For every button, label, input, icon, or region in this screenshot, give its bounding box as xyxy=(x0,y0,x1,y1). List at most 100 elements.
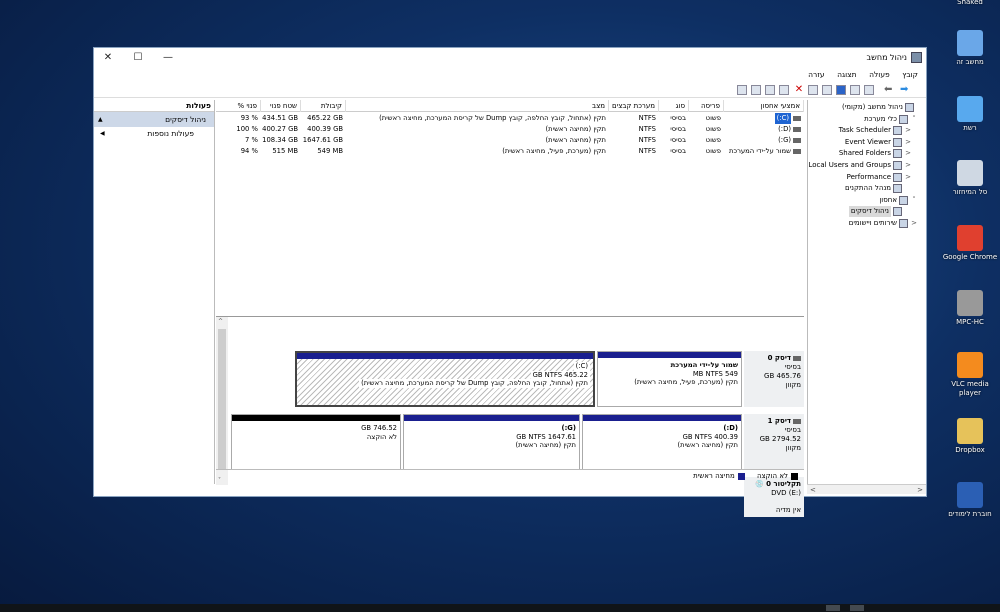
col-volume[interactable]: אמצעי אחסון xyxy=(724,100,804,112)
cell-pct: 93 % xyxy=(240,114,258,122)
scroll-right-icon[interactable]: > xyxy=(917,485,923,495)
col-type[interactable]: סוג xyxy=(659,100,689,112)
desktop-icon[interactable]: רשת xyxy=(940,96,1000,133)
delete-icon[interactable]: ✕ xyxy=(794,85,804,95)
desktop-icon[interactable]: חוברת לימודים xyxy=(940,482,1000,519)
tree-item[interactable]: < Event Viewer xyxy=(845,137,912,148)
col-status[interactable]: מצב xyxy=(346,100,609,112)
cell-type: בסיסי xyxy=(670,136,686,144)
maximize-button[interactable]: ☐ xyxy=(128,51,148,65)
scroll-left-icon[interactable]: < xyxy=(810,485,816,495)
scroll-thumb[interactable] xyxy=(218,329,226,469)
tree-expander-icon[interactable]: < xyxy=(904,148,912,159)
tree-item[interactable]: < Local Users and Groups xyxy=(808,160,912,171)
desktop-icon[interactable]: סל המיחזור xyxy=(940,160,1000,197)
menu-help[interactable]: עזרה xyxy=(803,68,829,82)
col-layout[interactable]: פריסה xyxy=(689,100,724,112)
desktop-icon[interactable]: מחשב זה xyxy=(940,30,1000,67)
more-actions[interactable]: פעולות נוספות ◀ xyxy=(94,127,214,141)
tree-item[interactable]: ניהול דיסקים xyxy=(848,206,912,218)
cell-type: בסיסי xyxy=(670,125,686,133)
tree-expander-icon[interactable]: ˅ xyxy=(910,195,918,206)
tree-item[interactable]: ˅ אחסון xyxy=(879,195,918,206)
desktop-icon[interactable]: MPC-HC xyxy=(940,290,1000,327)
menu-action[interactable]: פעולה xyxy=(864,68,895,82)
col-capacity[interactable]: קיבולת xyxy=(301,100,346,112)
disk-1-info[interactable]: דיסק 1 בסיסי 2794.52 GB מקוון xyxy=(744,414,804,470)
desktop-app-icon xyxy=(957,482,983,508)
collapse-arrow-icon[interactable]: ▲ xyxy=(98,112,103,127)
taskbar-app-icon[interactable] xyxy=(850,605,864,611)
disk-0-info[interactable]: דיסק 0 בסיסי 465.76 GB מקוון xyxy=(744,351,804,407)
cdrom-0-info[interactable]: תקליטור 0 💿 DVD (E:) אין מדיה xyxy=(744,477,804,517)
tree-expander-icon[interactable]: < xyxy=(904,137,912,148)
help-icon[interactable] xyxy=(836,85,846,95)
desktop-icon[interactable]: Shaked xyxy=(940,0,1000,7)
table-row[interactable]: (C:) פשוט בסיסי NTFS תקין (אתחול, קובץ החלפה… xyxy=(216,113,804,124)
table-row[interactable]: שמור על-ידי המערכת פשוט בסיסי NTFS תקין (מער… xyxy=(216,146,804,157)
tree-expander-icon[interactable]: < xyxy=(904,160,912,171)
close-button[interactable]: ✕ xyxy=(98,51,118,65)
toolbar-icon[interactable] xyxy=(737,85,747,95)
disk-0-type: בסיסי xyxy=(784,363,801,371)
tree-item[interactable]: ˅ כלי מערכת xyxy=(864,114,918,125)
tree-horizontal-scrollbar[interactable]: < > xyxy=(807,484,926,494)
partition-g[interactable]: (G:) 1647.61 GB NTFS תקין (מחיצה ראשית) xyxy=(403,414,580,470)
toolbar-icon[interactable] xyxy=(822,85,832,95)
cell-fs: NTFS xyxy=(638,136,656,144)
col-free-space[interactable]: שטח פנוי xyxy=(261,100,301,112)
desktop-icon[interactable]: VLC media player xyxy=(940,352,1000,398)
desktop-app-icon xyxy=(957,225,983,251)
table-row[interactable]: (G:) פשוט בסיסי NTFS תקין (מחיצה ראשית) 1647.… xyxy=(216,135,804,146)
toolbar-icon[interactable] xyxy=(808,85,818,95)
tree-item[interactable]: < Performance xyxy=(847,172,912,183)
desktop-icon[interactable]: Dropbox xyxy=(940,418,1000,455)
back-arrow-icon[interactable]: ⬅ xyxy=(884,85,894,95)
partition-unallocated[interactable]: 746.52 GB לא הוקצה xyxy=(231,414,401,470)
volume-name: (G:) xyxy=(778,136,791,144)
toolbar: ✕ ⬅ ➡ xyxy=(94,82,926,98)
partition-size: 549 MB NTFS xyxy=(692,369,738,378)
desktop-icon[interactable]: Google Chrome xyxy=(940,225,1000,262)
menu-view[interactable]: תצוגה xyxy=(832,68,861,82)
table-row[interactable]: (D:) פשוט בסיסי NTFS תקין (מחיצה ראשית) 400.3… xyxy=(216,124,804,135)
partition-c[interactable]: (C:) 465.22 GB NTFS תקין (אתחול, קובץ הח… xyxy=(295,351,595,407)
desktop-icon-label: מחשב זה xyxy=(956,58,984,66)
minimize-button[interactable]: — xyxy=(158,51,178,65)
partition-system-reserved[interactable]: שמור על-ידי המערכת 549 MB NTFS תקין (מער… xyxy=(597,351,742,407)
cdrom-0-state: אין מדיה xyxy=(775,506,801,514)
tree-item[interactable]: < Task Scheduler xyxy=(839,125,912,136)
tree-item[interactable]: מנהל ההתקנים xyxy=(845,183,912,194)
tree-item[interactable]: ניהול מחשב (מקומי) xyxy=(842,102,924,113)
console-tree: ניהול מחשב (מקומי) ˅ כלי מערכת < Task Schedu… xyxy=(807,100,926,484)
vertical-scrollbar[interactable]: ^ ˅ xyxy=(216,317,228,485)
toolbar-icon[interactable] xyxy=(779,85,789,95)
tree-item[interactable]: < שירותים ויישומים xyxy=(849,218,918,229)
toolbar-icon[interactable] xyxy=(850,85,860,95)
tree-expander-icon[interactable]: < xyxy=(910,218,918,229)
partition-d[interactable]: (D:) 400.39 GB NTFS תקין (מחיצה ראשית) xyxy=(582,414,742,470)
desktop-icon-label: סל המיחזור xyxy=(952,188,988,196)
tree-expander-icon[interactable]: ˅ xyxy=(910,114,918,125)
tree-expander-icon[interactable]: < xyxy=(904,125,912,136)
scroll-up-icon[interactable]: ^ xyxy=(218,318,223,325)
taskbar-app-icon[interactable] xyxy=(826,605,840,611)
toolbar-icon[interactable] xyxy=(765,85,775,95)
tree-item[interactable]: < Shared Folders xyxy=(839,148,912,159)
toolbar-icon[interactable] xyxy=(751,85,761,95)
actions-section-disk-management[interactable]: ניהול דיסקים ▲ xyxy=(94,112,214,127)
title-bar[interactable]: ניהול מחשב ✕ ☐ — xyxy=(94,48,926,68)
menu-file[interactable]: קובץ xyxy=(897,68,923,82)
tree-node-icon xyxy=(893,137,902,147)
disk-0-size: 465.76 GB xyxy=(764,372,801,380)
disk-1-type: בסיסי xyxy=(784,426,801,434)
cell-capacity: 465.22 GB xyxy=(307,114,343,122)
partition-status: תקין (מחיצה ראשית) xyxy=(515,441,576,449)
cell-free: 108.34 GB xyxy=(262,136,298,144)
col-percent-free[interactable]: % פנוי xyxy=(234,100,261,112)
col-filesystem[interactable]: מערכת קבצים xyxy=(609,100,659,112)
toolbar-icon[interactable] xyxy=(864,85,874,95)
more-actions-label: פעולות נוספות xyxy=(147,129,194,138)
tree-expander-icon[interactable]: < xyxy=(904,172,912,183)
forward-arrow-icon[interactable]: ➡ xyxy=(900,85,910,95)
